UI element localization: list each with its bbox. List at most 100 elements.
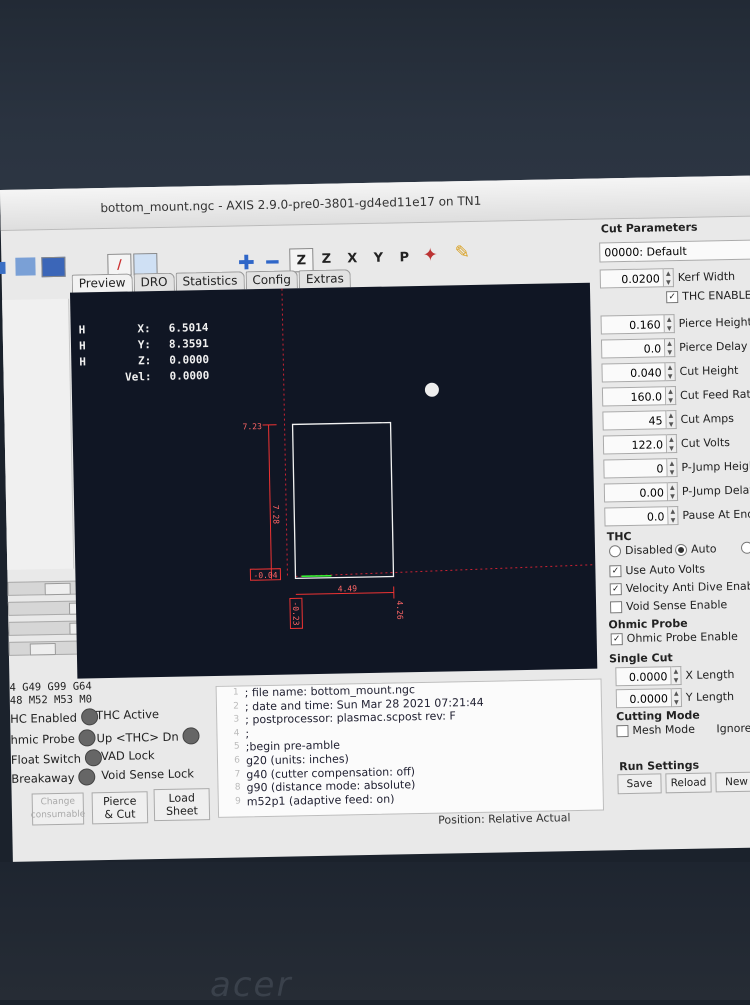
cut-volts-input[interactable]: 122.0 <box>603 434 667 454</box>
indicator-label: hmic Probe <box>10 731 75 746</box>
thc-up-down-indicator: Up <THC> Dn <box>96 727 203 746</box>
spin-arrows-icon[interactable]: ▲▼ <box>664 268 674 287</box>
radio-selected-icon[interactable] <box>675 543 687 555</box>
line-text: ; <box>245 727 249 741</box>
change-consumable-button[interactable]: Change consumable <box>32 793 85 826</box>
spin-arrows-icon[interactable]: ▲▼ <box>665 338 675 357</box>
checkbox-label: Ohmic Probe Enable <box>627 630 738 645</box>
led-icon <box>78 768 95 785</box>
spin-arrows-icon[interactable]: ▲▼ <box>667 434 677 453</box>
zoom-in-icon[interactable]: ✚ <box>237 251 255 273</box>
checkbox-checked-icon[interactable]: ✓ <box>610 583 622 595</box>
vad-lock-indicator: VAD Lock <box>101 748 155 763</box>
tab-preview[interactable]: Preview <box>72 273 133 292</box>
tab-extras[interactable]: Extras <box>299 269 351 288</box>
pierce-height-input[interactable]: 0.160 <box>601 314 665 334</box>
thc-enable-checkbox[interactable]: ✓THC ENABLE <box>666 289 750 304</box>
mesh-mode-checkbox[interactable]: Mesh Mode <box>616 723 695 738</box>
pierce-delay-input[interactable]: 0.0 <box>601 338 665 358</box>
radio-icon[interactable] <box>741 542 750 554</box>
line-number: 3 <box>217 714 239 728</box>
load-sheet-button[interactable]: Load Sheet <box>154 788 211 821</box>
gcode-text-view[interactable]: 1; file name: bottom_mount.ngc 2; date a… <box>216 679 604 818</box>
pierce-cut-button[interactable]: Pierce & Cut <box>92 791 149 824</box>
kerf-width-param: 0.0200 ▲▼ Kerf Width <box>600 266 736 289</box>
zoom-out-icon[interactable]: ━ <box>263 251 281 273</box>
rotate-view-icon[interactable]: ✦ <box>419 244 441 266</box>
ignore-arc-ok-checkbox[interactable]: Ignore A <box>716 721 750 735</box>
spin-arrows-icon[interactable]: ▲▼ <box>666 410 676 429</box>
radio-icon[interactable] <box>609 545 621 557</box>
spin-arrows-icon[interactable]: ▲▼ <box>671 666 681 685</box>
param-label: Cut Volts <box>681 436 730 450</box>
view-z2-button[interactable]: Z <box>315 248 337 270</box>
param-label: P-Jump Delay <box>682 483 750 497</box>
spin-arrows-icon[interactable]: ▲▼ <box>666 386 676 405</box>
cut-feed-rate-input[interactable]: 160.0 <box>602 386 666 406</box>
reload-button[interactable]: Reload <box>665 772 711 793</box>
y-size-label: 7.28 <box>271 505 280 525</box>
preview-canvas[interactable]: HX:6.5014 HY:8.3591 HZ:0.0000 Vel:0.0000… <box>70 283 597 679</box>
tab-statistics[interactable]: Statistics <box>175 271 244 290</box>
line-number: 7 <box>218 768 240 782</box>
x-min-label: -0.23 <box>291 601 300 625</box>
slider-knob[interactable] <box>30 643 56 655</box>
cut-feed-rate-param: 160.0▲▼Cut Feed Rate <box>602 383 750 406</box>
cut-height-input[interactable]: 0.040 <box>601 362 665 382</box>
breakaway-indicator: Breakaway <box>11 768 100 787</box>
thc-label: <THC> <box>116 730 159 745</box>
line-number: 4 <box>217 727 239 741</box>
slider-knob[interactable] <box>45 583 71 595</box>
pause-at-end-input[interactable]: 0.0 <box>604 506 668 526</box>
tab-dro[interactable]: DRO <box>133 273 174 292</box>
checkbox-label: Mesh Mode <box>632 723 695 737</box>
param-label: P-Jump Height <box>681 459 750 474</box>
kerf-width-input[interactable]: 0.0200 <box>600 268 664 288</box>
pierce-height-param: 0.160▲▼Pierce Height <box>601 312 750 335</box>
checkbox-label: Ignore A <box>716 721 750 735</box>
view-z-button[interactable]: Z <box>289 248 313 272</box>
spin-arrows-icon[interactable]: ▲▼ <box>672 688 682 707</box>
position-status: Position: Relative Actual <box>438 811 571 827</box>
spin-arrows-icon[interactable]: ▲▼ <box>665 362 675 381</box>
checkbox-checked-icon[interactable]: ✓ <box>611 633 623 645</box>
play-icon[interactable] <box>0 262 6 274</box>
checkbox-checked-icon[interactable]: ✓ <box>609 565 621 577</box>
y-length-input[interactable]: 0.0000 <box>616 688 672 708</box>
cut-amps-param: 45▲▼Cut Amps <box>602 408 734 431</box>
clear-plot-icon[interactable]: ✎ <box>451 241 473 263</box>
view-y-button[interactable]: Y <box>367 247 389 269</box>
void-sense-checkbox[interactable]: Void Sense Enable <box>610 598 727 613</box>
thc-manual-radio[interactable] <box>741 542 750 554</box>
thc-auto-radio[interactable]: Auto <box>675 542 717 556</box>
param-label: Y Length <box>686 690 734 704</box>
y-origin-line <box>282 289 288 579</box>
x-length-input[interactable]: 0.0000 <box>615 666 671 686</box>
velocity-anti-dive-checkbox[interactable]: ✓Velocity Anti Dive Enable <box>610 579 750 595</box>
view-x-button[interactable]: X <box>341 247 363 269</box>
pause-icon[interactable] <box>15 257 35 275</box>
use-auto-volts-checkbox[interactable]: ✓Use Auto Volts <box>609 563 705 578</box>
p-jump-delay-input[interactable]: 0.00 <box>604 482 668 502</box>
thc-disabled-radio[interactable]: Disabled <box>609 543 673 557</box>
spin-arrows-icon[interactable]: ▲▼ <box>668 506 678 525</box>
monitor-bezel-top <box>0 0 750 205</box>
cut-amps-input[interactable]: 45 <box>602 410 666 430</box>
checkbox-icon[interactable] <box>610 601 622 613</box>
param-label: X Length <box>685 667 734 681</box>
spin-arrows-icon[interactable]: ▲▼ <box>667 458 677 477</box>
radio-label: Disabled <box>625 543 673 557</box>
ohmic-probe-enable-checkbox[interactable]: ✓ Ohmic Probe Enable <box>611 630 738 645</box>
new-button[interactable]: New <box>715 772 750 793</box>
checkbox-checked-icon[interactable]: ✓ <box>666 291 678 303</box>
tab-config[interactable]: Config <box>245 270 298 289</box>
spin-arrows-icon[interactable]: ▲▼ <box>664 314 674 333</box>
radio-label: Auto <box>691 542 717 555</box>
p-jump-height-input[interactable]: 0 <box>603 458 667 478</box>
stop-icon[interactable] <box>41 257 65 277</box>
checkbox-icon[interactable] <box>616 725 628 737</box>
spin-arrows-icon[interactable]: ▲▼ <box>668 482 678 501</box>
save-button[interactable]: Save <box>617 773 661 794</box>
material-select[interactable]: 00000: Default <box>599 240 750 263</box>
view-p-button[interactable]: P <box>393 246 415 268</box>
